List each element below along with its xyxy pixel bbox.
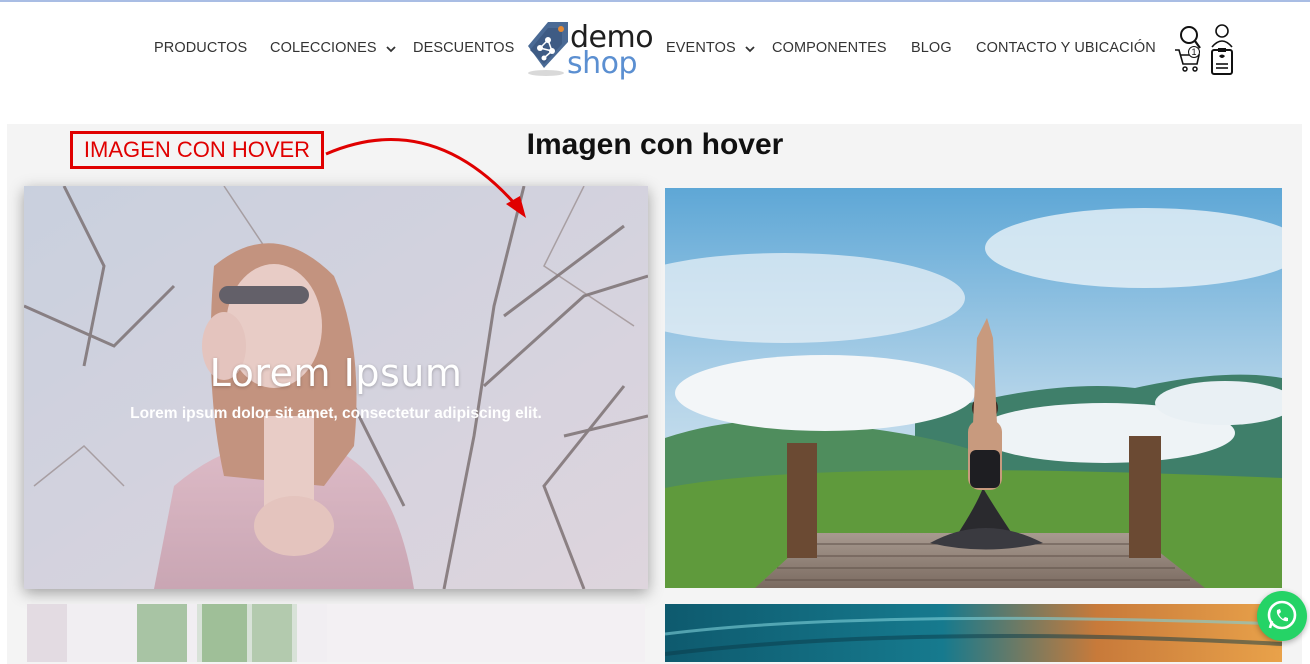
logo-text-shop: shop [567,46,638,81]
cart-count-badge: 1 [1191,47,1197,57]
site-header: PRODUCTOS COLECCIONES DESCUENTOS demo sh… [0,2,1310,102]
yoga-image-card[interactable] [665,188,1282,588]
nav-colecciones[interactable]: COLECCIONES [270,40,377,56]
nav-productos[interactable]: PRODUCTOS [154,40,247,56]
whatsapp-icon [1267,600,1297,630]
interior-window-photo [27,604,645,662]
chevron-down-icon[interactable] [743,42,757,56]
yoga-mountain-photo [665,188,1282,588]
chevron-down-icon[interactable] [384,42,398,56]
nav-descuentos[interactable]: DESCUENTOS [413,40,514,56]
interior-image-card[interactable] [27,604,645,662]
demo-shop-logo[interactable]: demo shop [522,16,662,82]
hover-card-subtitle: Lorem ipsum dolor sit amet, consectetur … [130,405,542,422]
nav-eventos[interactable]: EVENTOS [666,40,736,56]
annotation-arrow-icon [325,138,526,218]
nav-contacto[interactable]: CONTACTO Y UBICACIÓN [976,40,1156,56]
nav-blog[interactable]: BLOG [911,40,952,56]
wave-image-card[interactable] [665,604,1282,662]
hover-card-title: Lorem Ipsum [209,351,463,395]
ocean-wave-photo [665,604,1282,662]
user-account-icon[interactable] [1209,23,1237,77]
hover-image-card[interactable]: Lorem Ipsum Lorem ipsum dolor sit amet, … [24,186,648,589]
annotation-label: IMAGEN CON HOVER [70,131,324,169]
cart-icon[interactable] [1173,46,1203,74]
nav-componentes[interactable]: COMPONENTES [772,40,887,56]
whatsapp-chat-button[interactable] [1257,591,1307,641]
